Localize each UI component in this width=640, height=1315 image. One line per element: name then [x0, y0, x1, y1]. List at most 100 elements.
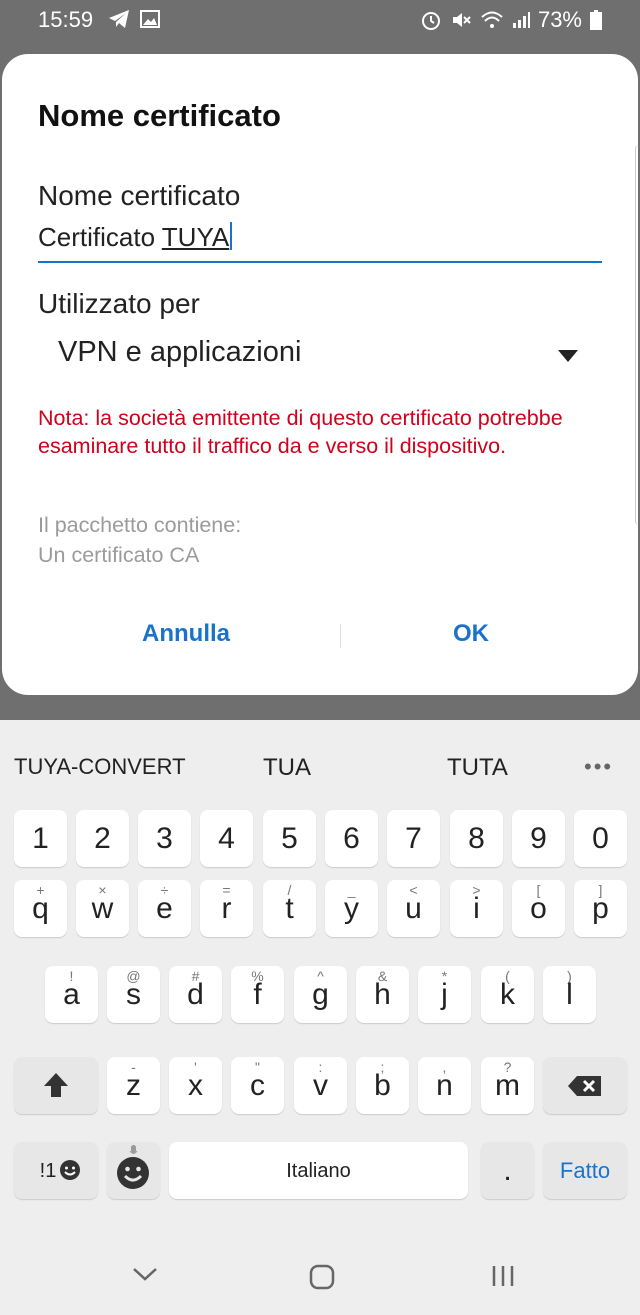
space-key[interactable]: Italiano — [169, 1142, 468, 1199]
key-h[interactable]: & h — [356, 966, 409, 1023]
key-2-label: 2 — [94, 822, 111, 855]
key-p-label: p — [592, 892, 609, 925]
suggestion-2[interactable]: TUA — [263, 754, 311, 782]
emoji-key[interactable] — [107, 1142, 160, 1199]
key-4[interactable]: 4 — [200, 810, 253, 867]
period-key[interactable]: . — [481, 1142, 534, 1199]
key-i-label: i — [473, 892, 480, 925]
key-d-label: d — [187, 978, 204, 1011]
key-k-label: k — [500, 978, 515, 1011]
key-y-label: y — [344, 892, 359, 925]
ok-button[interactable]: OK — [453, 620, 489, 648]
key-p[interactable]: ] p — [574, 880, 627, 937]
signal-icon — [512, 11, 530, 29]
key-n[interactable]: ,n — [418, 1057, 471, 1114]
navigation-bar — [0, 1242, 640, 1315]
key-7[interactable]: 7 — [387, 810, 440, 867]
key-v-label: v — [313, 1069, 328, 1102]
key-6[interactable]: 6 — [325, 810, 378, 867]
key-9-label: 9 — [530, 822, 547, 855]
key-x[interactable]: ' x — [169, 1057, 222, 1114]
key-3-label: 3 — [156, 822, 173, 855]
emoji-icon — [116, 1156, 150, 1195]
key-8[interactable]: 8 — [450, 810, 503, 867]
symbols-key[interactable]: !1 — [14, 1142, 98, 1199]
key-y[interactable]: _ y — [325, 880, 378, 937]
key-x-label: x — [188, 1069, 203, 1102]
package-info-title: Il pacchetto contiene: — [38, 513, 242, 537]
suggestion-3[interactable]: TUTA — [447, 754, 508, 782]
used-for-dropdown[interactable]: VPN e applicazioni — [58, 336, 578, 376]
key-a[interactable]: ! a — [45, 966, 98, 1023]
key-q[interactable]: + q — [14, 880, 67, 937]
key-9[interactable]: 9 — [512, 810, 565, 867]
key-1[interactable]: 1 — [14, 810, 67, 867]
button-divider — [340, 624, 341, 648]
key-0[interactable]: 0 — [574, 810, 627, 867]
used-for-label: Utilizzato per — [38, 288, 200, 319]
key-o-label: o — [530, 892, 547, 925]
key-w[interactable]: × w — [76, 880, 129, 937]
edge-panel-handle[interactable] — [635, 145, 640, 525]
key-h-label: h — [374, 978, 391, 1011]
key-c[interactable]: " c — [231, 1057, 284, 1114]
status-time: 15:59 — [38, 7, 94, 32]
key-3[interactable]: 3 — [138, 810, 191, 867]
key-n-label: n — [436, 1069, 453, 1102]
key-f[interactable]: % f — [231, 966, 284, 1023]
key-w-label: w — [91, 892, 114, 925]
key-b[interactable]: ; b — [356, 1057, 409, 1114]
space-key-label: Italiano — [286, 1160, 351, 1182]
done-key[interactable]: Fatto — [543, 1142, 627, 1199]
key-z[interactable]: -z — [107, 1057, 160, 1114]
key-2[interactable]: 2 — [76, 810, 129, 867]
key-d[interactable]: # d — [169, 966, 222, 1023]
key-e-label: e — [156, 892, 173, 925]
key-k[interactable]: (k — [481, 966, 534, 1023]
key-i[interactable]: > i — [450, 880, 503, 937]
key-1-label: 1 — [32, 822, 49, 855]
key-5-label: 5 — [281, 822, 298, 855]
composing-text: TUYA — [161, 222, 230, 252]
key-r-label: r — [221, 892, 232, 925]
home-icon[interactable] — [309, 1264, 335, 1295]
key-u-label: u — [405, 892, 422, 925]
certificate-name-input[interactable]: Certificato TUYA — [38, 222, 233, 253]
key-z-label: z — [126, 1069, 141, 1102]
done-key-label: Fatto — [559, 1158, 611, 1183]
recent-apps-icon[interactable] — [490, 1264, 516, 1293]
key-v[interactable]: :v — [294, 1057, 347, 1114]
key-j[interactable]: * j — [418, 966, 471, 1023]
key-b-label: b — [374, 1069, 391, 1102]
key-g-label: g — [312, 978, 329, 1011]
dropdown-arrow-icon — [558, 350, 578, 362]
symbols-key-label: !1 — [39, 1160, 57, 1182]
key-t[interactable]: / t — [263, 880, 316, 937]
key-6-label: 6 — [343, 822, 360, 855]
key-g[interactable]: ^ g — [294, 966, 347, 1023]
shift-key[interactable] — [14, 1057, 98, 1114]
mute-icon — [450, 9, 472, 31]
key-o[interactable]: [o — [512, 880, 565, 937]
back-icon[interactable] — [132, 1264, 158, 1289]
key-8-label: 8 — [468, 822, 485, 855]
key-l[interactable]: ) l — [543, 966, 596, 1023]
dialog-title: Nome certificato — [38, 98, 281, 133]
key-5[interactable]: 5 — [263, 810, 316, 867]
key-e[interactable]: ÷ e — [138, 880, 191, 937]
status-bar: 15:59 73% — [0, 0, 640, 40]
suggestion-1[interactable]: TUYA-CONVERT — [14, 754, 186, 780]
key-j-label: j — [441, 978, 448, 1011]
key-s[interactable]: @ s — [107, 966, 160, 1023]
key-r[interactable]: = r — [200, 880, 253, 937]
more-options-icon[interactable]: ••• — [584, 754, 613, 780]
key-u[interactable]: < u — [387, 880, 440, 937]
backspace-key[interactable] — [543, 1057, 627, 1114]
emoji-small-icon — [59, 1159, 81, 1186]
certificate-name-label: Nome certificato — [38, 180, 241, 211]
text-cursor — [230, 222, 233, 250]
key-m[interactable]: ? m — [481, 1057, 534, 1114]
cancel-button[interactable]: Annulla — [142, 620, 230, 648]
key-7-label: 7 — [405, 822, 422, 855]
telegram-icon — [108, 9, 130, 29]
